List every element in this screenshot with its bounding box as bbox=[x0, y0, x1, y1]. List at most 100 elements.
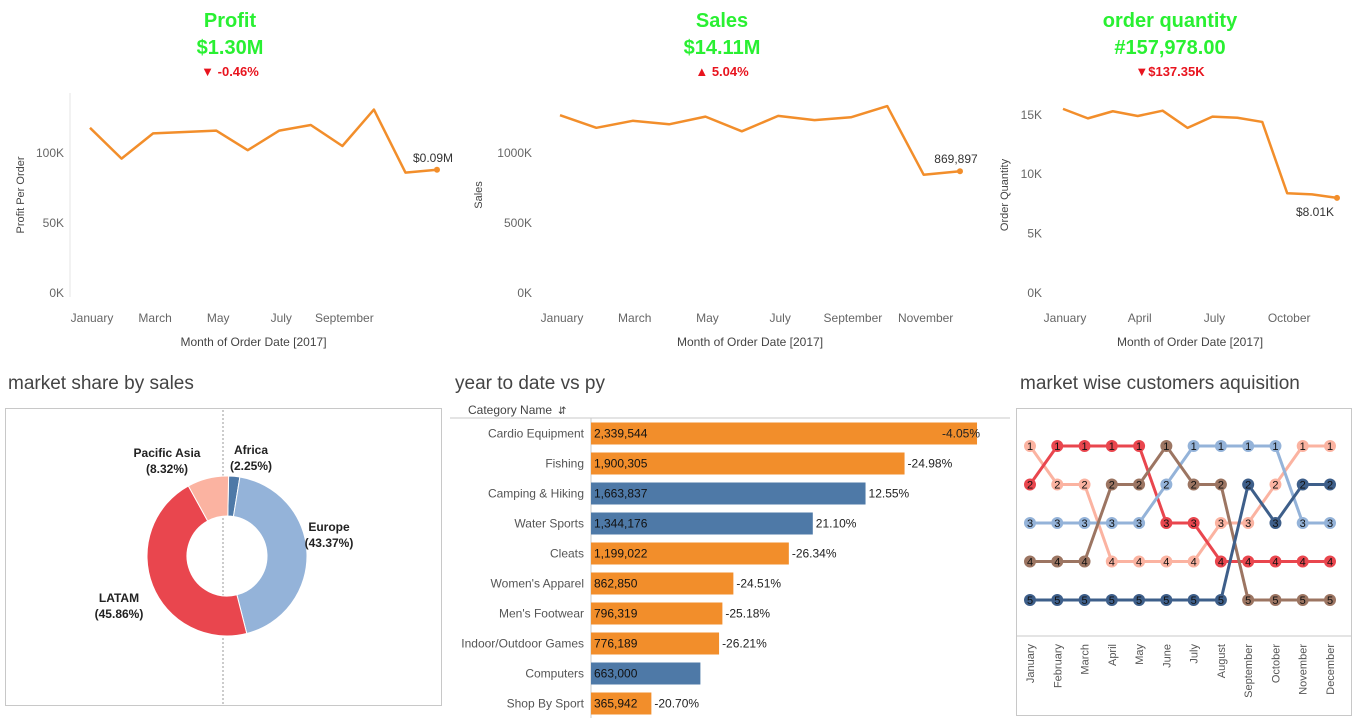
rank-label: 1 bbox=[1109, 441, 1115, 453]
x-tick-label: March bbox=[138, 311, 171, 325]
rank-label: 2 bbox=[1136, 480, 1142, 492]
x-tick-label: September bbox=[315, 311, 374, 325]
rank-label: 5 bbox=[1272, 595, 1278, 607]
month-label: May bbox=[1134, 644, 1146, 665]
category-label: Cardio Equipment bbox=[488, 427, 585, 441]
rank-label: 3 bbox=[1109, 518, 1115, 530]
x-tick-label: November bbox=[898, 311, 953, 325]
x-tick-label: July bbox=[271, 311, 292, 325]
rank-label: 3 bbox=[1272, 518, 1278, 530]
month-label: November bbox=[1298, 644, 1310, 695]
down-triangle-icon: ▼ bbox=[201, 64, 215, 79]
x-tick-label: May bbox=[696, 311, 719, 325]
kpi-sales-title: Sales bbox=[695, 10, 749, 32]
rank-label: 4 bbox=[1327, 557, 1333, 569]
slice-name-label: Africa bbox=[234, 443, 268, 457]
month-label: December bbox=[1325, 644, 1337, 695]
x-tick-label: January bbox=[71, 311, 114, 325]
rank-label: 4 bbox=[1272, 557, 1278, 569]
rank-label: 1 bbox=[1191, 441, 1197, 453]
y-tick-label: 0K bbox=[517, 286, 532, 300]
rank-label: 3 bbox=[1081, 518, 1087, 530]
x-axis-label: Month of Order Date [2017] bbox=[1117, 335, 1263, 349]
y-tick-label: 1000K bbox=[497, 146, 532, 160]
y-tick-label: 15K bbox=[1021, 108, 1042, 122]
rank-label: 2 bbox=[1327, 480, 1333, 492]
rank-label: 2 bbox=[1272, 480, 1278, 492]
month-label: March bbox=[1080, 644, 1092, 675]
rank-label: 4 bbox=[1109, 557, 1115, 569]
category-label: Computers bbox=[525, 667, 584, 681]
month-label: January bbox=[1025, 644, 1037, 684]
market-share-title: market share by sales bbox=[8, 373, 194, 394]
y-tick-label: 100K bbox=[36, 146, 64, 160]
category-label: Women's Apparel bbox=[491, 577, 584, 591]
rank-label: 3 bbox=[1300, 518, 1306, 530]
rank-label: 4 bbox=[1300, 557, 1306, 569]
month-label: July bbox=[1189, 644, 1201, 664]
kpi-quantity-delta: ▼$137.35K bbox=[1135, 64, 1205, 79]
rank-label: 4 bbox=[1163, 557, 1169, 569]
rank-label: 2 bbox=[1191, 480, 1197, 492]
slice-name-label: LATAM bbox=[99, 591, 139, 605]
bar-pct-label: -26.34% bbox=[792, 547, 837, 561]
category-label: Fishing bbox=[545, 457, 584, 471]
x-axis-label: Month of Order Date [2017] bbox=[677, 335, 823, 349]
rank-label: 5 bbox=[1300, 595, 1306, 607]
x-tick-label: April bbox=[1128, 311, 1152, 325]
slice-name-label: Pacific Asia bbox=[134, 446, 201, 460]
rank-label: 4 bbox=[1245, 557, 1251, 569]
rank-label: 5 bbox=[1327, 595, 1333, 607]
category-label: Men's Footwear bbox=[499, 607, 584, 621]
rank-label: 2 bbox=[1109, 480, 1115, 492]
rank-label: 5 bbox=[1054, 595, 1060, 607]
bar-pct-label: -24.98% bbox=[908, 457, 953, 471]
series-line bbox=[559, 104, 961, 176]
month-label: February bbox=[1052, 644, 1064, 689]
bar-value-label: 862,850 bbox=[594, 577, 638, 591]
rank-label: 1 bbox=[1272, 441, 1278, 453]
rank-label: 3 bbox=[1245, 518, 1251, 530]
ytd-title: year to date vs py bbox=[455, 373, 605, 394]
x-tick-label: July bbox=[770, 311, 791, 325]
end-value-label: $0.09M bbox=[413, 151, 453, 165]
x-tick-label: March bbox=[618, 311, 651, 325]
rank-label: 1 bbox=[1054, 441, 1060, 453]
rank-label: 4 bbox=[1191, 557, 1197, 569]
rank-label: 1 bbox=[1163, 441, 1169, 453]
rank-label: 1 bbox=[1327, 441, 1333, 453]
acquisition-title: market wise customers aquisition bbox=[1020, 373, 1300, 394]
y-tick-label: 5K bbox=[1027, 227, 1042, 241]
x-tick-label: May bbox=[207, 311, 230, 325]
rank-label: 4 bbox=[1136, 557, 1142, 569]
kpi-quantity-value: #157,978.00 bbox=[1114, 37, 1226, 59]
rank-label: 3 bbox=[1218, 518, 1224, 530]
rank-label: 1 bbox=[1136, 441, 1142, 453]
sales-line-chart: 0K 500K 1000K Sales January March May July Septe… bbox=[473, 104, 978, 349]
market-share-donut: Africa (2.25%) Europe (43.37%) LATAM (45.86%)… bbox=[95, 410, 353, 704]
series-line bbox=[89, 108, 438, 174]
x-tick-label: September bbox=[824, 311, 883, 325]
category-label: Shop By Sport bbox=[507, 697, 585, 711]
rank-label: 1 bbox=[1027, 441, 1033, 453]
month-label: June bbox=[1161, 644, 1173, 668]
rank-label: 5 bbox=[1191, 595, 1197, 607]
rank-label: 2 bbox=[1300, 480, 1306, 492]
rank-label: 5 bbox=[1027, 595, 1033, 607]
slice-pct-label: (8.32%) bbox=[146, 462, 188, 476]
rank-series-line bbox=[1030, 483, 1330, 602]
kpi-profit-value: $1.30M bbox=[196, 37, 264, 59]
slice-pct-label: (2.25%) bbox=[230, 459, 272, 473]
rank-label: 5 bbox=[1136, 595, 1142, 607]
rank-label: 3 bbox=[1027, 518, 1033, 530]
category-label: Camping & Hiking bbox=[488, 487, 584, 501]
rank-label: 2 bbox=[1218, 480, 1224, 492]
y-tick-label: 10K bbox=[1021, 167, 1042, 181]
bar-value-label: 663,000 bbox=[594, 667, 638, 681]
kpi-quantity-title: order quantity bbox=[1102, 10, 1238, 32]
slice-pct-label: (45.86%) bbox=[95, 607, 144, 621]
rank-label: 1 bbox=[1300, 441, 1306, 453]
x-tick-label: October bbox=[1268, 311, 1311, 325]
y-tick-label: 500K bbox=[504, 216, 532, 230]
rank-label: 3 bbox=[1136, 518, 1142, 530]
